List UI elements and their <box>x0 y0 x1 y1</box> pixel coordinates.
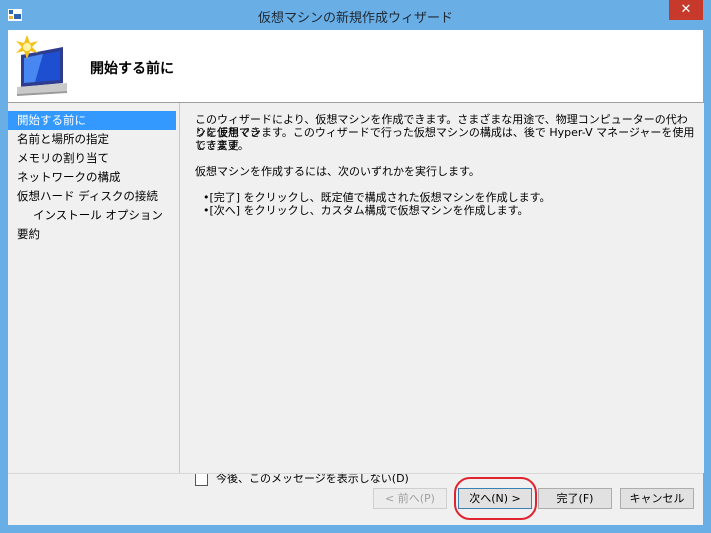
wizard-client-area: 開始する前に 開始する前に 名前と場所の指定 メモリの割り当て ネットワークの構… <box>8 30 704 525</box>
wizard-steps-nav: 開始する前に 名前と場所の指定 メモリの割り当て ネットワークの構成 仮想ハード… <box>8 103 176 473</box>
nav-item-networking[interactable]: ネットワークの構成 <box>8 168 176 187</box>
instructions-text: 仮想マシンを作成するには、次のいずれかを実行します。 <box>195 165 480 178</box>
nav-item-summary[interactable]: 要約 <box>8 225 176 244</box>
next-button[interactable]: 次へ(N) > <box>458 488 532 509</box>
nav-item-memory[interactable]: メモリの割り当て <box>8 149 176 168</box>
wizard-content: このウィザードにより、仮想マシンを作成できます。さまざまな用途で、物理コンピュー… <box>179 103 704 486</box>
close-button[interactable]: ✕ <box>669 0 703 20</box>
page-title: 開始する前に <box>90 61 174 77</box>
wizard-window: 仮想マシンの新規作成ウィザード ✕ 開始する前に 開始する前に 名前と場所の指定… <box>0 0 711 533</box>
dont-show-again-checkbox[interactable] <box>195 472 208 486</box>
wizard-header: 開始する前に <box>8 30 703 103</box>
nav-item-virtual-hard-disk[interactable]: 仮想ハード ディスクの接続 <box>8 187 176 206</box>
back-button[interactable]: < 前へ(P) <box>373 488 447 509</box>
nav-item-installation-options[interactable]: インストール オプション <box>8 206 176 225</box>
window-title: 仮想マシンの新規作成ウィザード <box>257 11 453 26</box>
bullet-finish: •[完了] をクリックし、既定値で構成された仮想マシンを作成します。 <box>203 191 551 204</box>
cancel-button[interactable]: キャンセル <box>620 488 694 509</box>
new-virtual-machine-icon <box>16 35 67 96</box>
nav-item-before-you-begin[interactable]: 開始する前に <box>8 111 176 130</box>
title-bar[interactable]: 仮想マシンの新規作成ウィザード ✕ <box>0 0 711 30</box>
intro-line-3: できます。 <box>195 139 249 152</box>
footer-divider <box>8 473 703 474</box>
finish-button[interactable]: 完了(F) <box>538 488 612 509</box>
nav-item-name-and-location[interactable]: 名前と場所の指定 <box>8 130 176 149</box>
bullet-next: •[次へ] をクリックし、カスタム構成で仮想マシンを作成します。 <box>203 204 529 217</box>
